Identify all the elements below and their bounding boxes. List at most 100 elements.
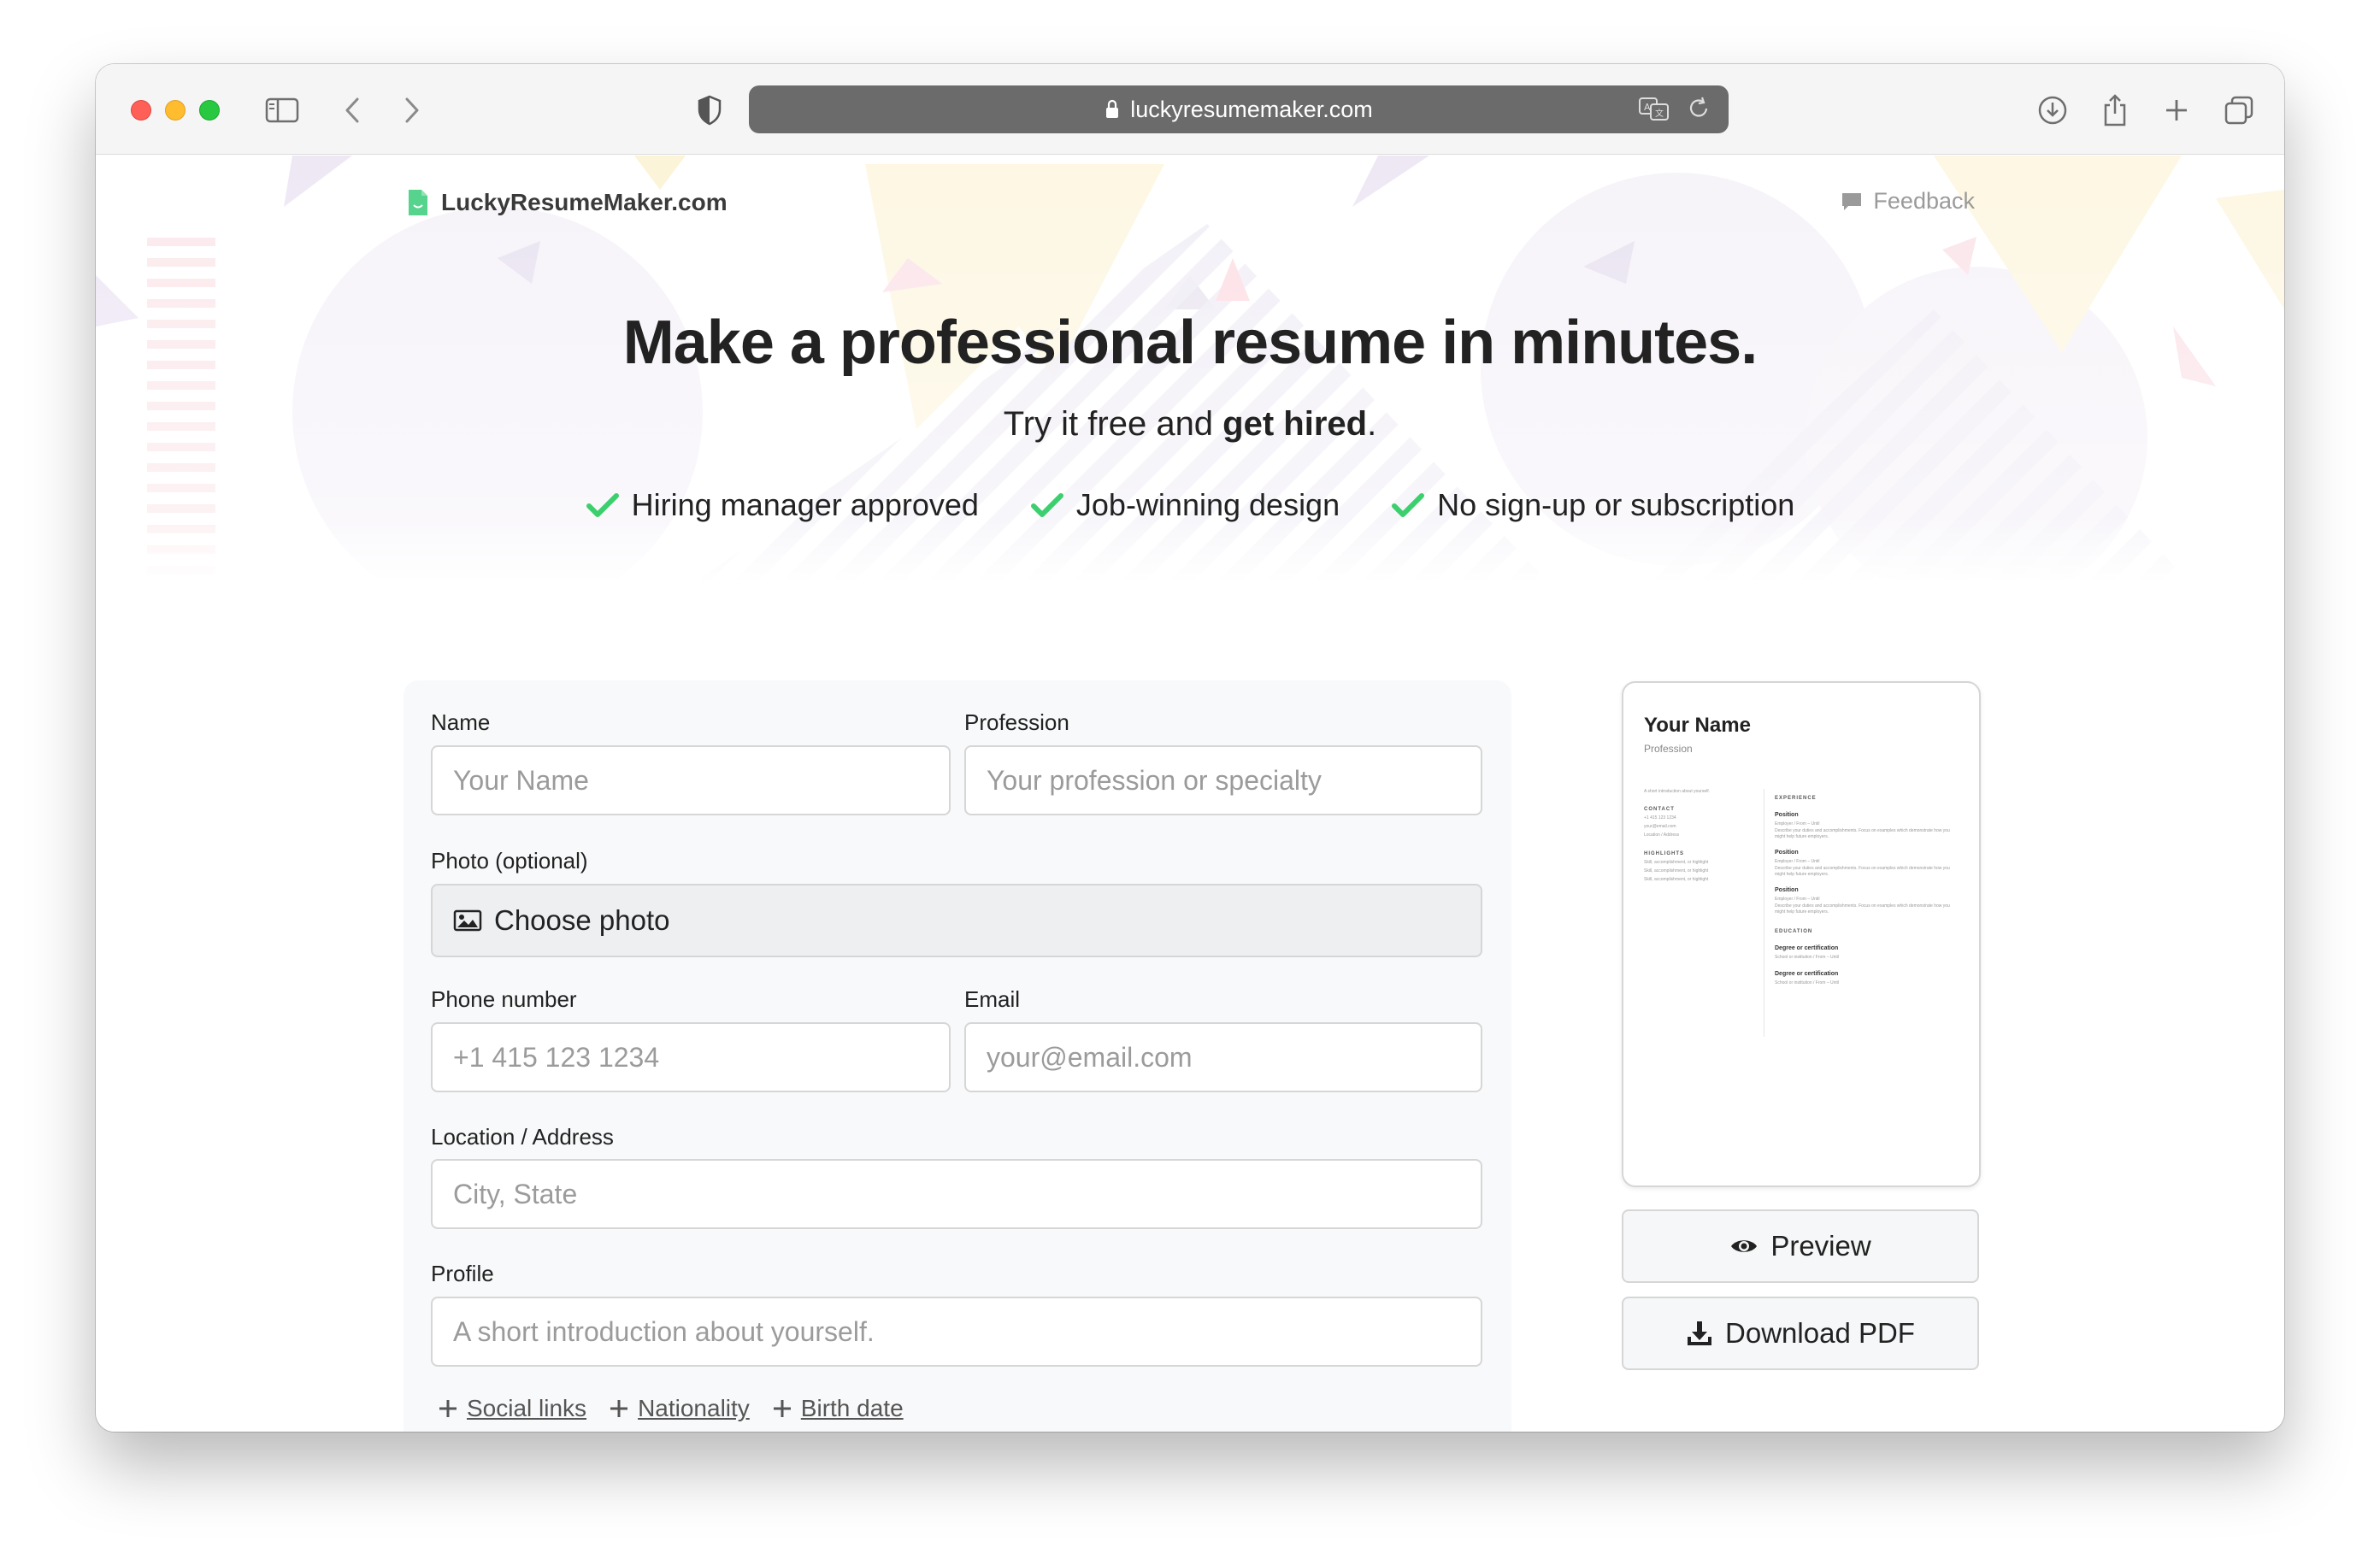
plus-icon bbox=[773, 1400, 791, 1417]
name-label: Name bbox=[431, 709, 491, 735]
preview-degree: Degree or certification bbox=[1775, 945, 1839, 951]
preview-name: Your Name bbox=[1644, 714, 1751, 737]
choose-photo-button[interactable]: Choose photo bbox=[431, 884, 1482, 957]
profile-input[interactable]: A short introduction about yourself. bbox=[431, 1297, 1482, 1367]
preview-employer: Employer / From – Until bbox=[1775, 859, 1820, 864]
resume-form: Name Your Name Profession Your professio… bbox=[404, 680, 1511, 1432]
svg-text:文: 文 bbox=[1655, 108, 1664, 119]
preview-highlight-item: Skill, accomplishment, or highlight bbox=[1644, 860, 1709, 865]
preview-contact-item: Location / Address bbox=[1644, 832, 1680, 838]
privacy-shield-icon[interactable] bbox=[692, 90, 727, 131]
preview-right-column: EXPERIENCE Position Employer / From – Un… bbox=[1764, 789, 1960, 1037]
add-birth-date-link[interactable]: Birth date bbox=[772, 1395, 904, 1422]
preview-duties: Describe your duties and accomplishments… bbox=[1775, 866, 1950, 877]
location-input[interactable]: City, State bbox=[431, 1159, 1482, 1229]
preview-highlight-item: Skill, accomplishment, or highlight bbox=[1644, 868, 1709, 874]
browser-window: luckyresumemaker.com A文 LuckyResumeMaker… bbox=[96, 64, 2284, 1432]
preview-contact-heading: CONTACT bbox=[1644, 807, 1675, 812]
close-window-button[interactable] bbox=[131, 100, 151, 121]
subtitle-period: . bbox=[1367, 405, 1377, 443]
feature-item: Job-winning design bbox=[1030, 487, 1340, 523]
preview-experience-heading: EXPERIENCE bbox=[1775, 796, 1817, 801]
url-text: luckyresumemaker.com bbox=[1130, 96, 1373, 122]
preview-profession: Profession bbox=[1644, 743, 1693, 755]
phone-label: Phone number bbox=[431, 986, 577, 1012]
preview-position: Position bbox=[1775, 812, 1799, 818]
link-label: Social links bbox=[467, 1395, 587, 1421]
add-nationality-link[interactable]: Nationality bbox=[609, 1395, 750, 1422]
plus-icon bbox=[610, 1400, 628, 1417]
download-pdf-label: Download PDF bbox=[1725, 1317, 1915, 1349]
preview-education-heading: EDUCATION bbox=[1775, 929, 1813, 934]
brand-logo[interactable]: LuckyResumeMaker.com bbox=[407, 188, 728, 217]
download-pdf-button[interactable]: Download PDF bbox=[1622, 1297, 1979, 1370]
page-title: Make a professional resume in minutes. bbox=[622, 309, 1758, 377]
brand-name: LuckyResumeMaker.com bbox=[441, 189, 728, 215]
feature-label: Job-winning design bbox=[1075, 487, 1340, 522]
feature-list: Hiring manager approved Job-winning desi… bbox=[96, 487, 2284, 523]
image-icon bbox=[453, 909, 482, 932]
preview-employer: Employer / From – Until bbox=[1775, 821, 1820, 827]
profile-label: Profile bbox=[431, 1261, 494, 1286]
preview-duties: Describe your duties and accomplishments… bbox=[1775, 903, 1950, 915]
plus-icon bbox=[439, 1400, 457, 1417]
preview-school: School or institution / From – Until bbox=[1775, 980, 1840, 985]
phone-input[interactable]: +1 415 123 1234 bbox=[431, 1022, 951, 1092]
resume-preview-thumbnail[interactable]: Your Name Profession A short introductio… bbox=[1622, 681, 1981, 1187]
email-label: Email bbox=[964, 986, 1021, 1012]
name-input[interactable]: Your Name bbox=[431, 745, 951, 815]
preview-button-label: Preview bbox=[1770, 1230, 1871, 1262]
resume-document-icon bbox=[409, 190, 427, 215]
preview-position: Position bbox=[1775, 850, 1799, 856]
subtitle-text: Try it free and bbox=[1003, 405, 1223, 443]
translate-icon[interactable]: A文 bbox=[1638, 96, 1670, 121]
downloads-icon[interactable] bbox=[2035, 90, 2071, 131]
minimize-window-button[interactable] bbox=[165, 100, 186, 121]
reload-icon[interactable] bbox=[1686, 96, 1711, 121]
checkmark-icon bbox=[1392, 493, 1425, 517]
preview-contact-item: +1 415 123 1234 bbox=[1644, 815, 1676, 821]
page-subtitle: Try it free and get hired. bbox=[96, 405, 2284, 444]
checkmark-icon bbox=[1030, 493, 1063, 517]
location-label: Location / Address bbox=[431, 1124, 614, 1150]
eye-icon bbox=[1731, 1240, 1758, 1252]
share-icon[interactable] bbox=[2098, 90, 2132, 131]
feature-label: Hiring manager approved bbox=[631, 487, 979, 522]
preview-contact-item: your@email.com bbox=[1644, 824, 1676, 829]
forward-icon[interactable] bbox=[395, 90, 429, 131]
download-icon bbox=[1688, 1321, 1712, 1345]
link-label: Nationality bbox=[638, 1395, 750, 1421]
address-bar[interactable]: luckyresumemaker.com A文 bbox=[749, 85, 1729, 133]
photo-label: Photo (optional) bbox=[431, 848, 588, 874]
sidebar-toggle-icon[interactable] bbox=[262, 90, 302, 131]
profession-label: Profession bbox=[964, 709, 1069, 735]
feedback-label: Feedback bbox=[1873, 188, 1975, 214]
feature-item: Hiring manager approved bbox=[586, 487, 979, 523]
preview-duties: Describe your duties and accomplishments… bbox=[1775, 828, 1950, 839]
link-label: Birth date bbox=[800, 1395, 904, 1421]
preview-button[interactable]: Preview bbox=[1622, 1209, 1979, 1283]
preview-position: Position bbox=[1775, 887, 1799, 893]
subtitle-emphasis: get hired bbox=[1222, 405, 1368, 443]
preview-employer: Employer / From – Until bbox=[1775, 897, 1820, 902]
feedback-link[interactable]: Feedback bbox=[1841, 188, 1975, 215]
back-icon[interactable] bbox=[335, 90, 369, 131]
preview-school: School or institution / From – Until bbox=[1775, 955, 1840, 960]
email-input[interactable]: your@email.com bbox=[964, 1022, 1482, 1092]
choose-photo-label: Choose photo bbox=[494, 904, 670, 936]
tab-overview-icon[interactable] bbox=[2221, 90, 2257, 131]
preview-left-column: A short introduction about yourself. CON… bbox=[1644, 789, 1738, 884]
profession-input[interactable]: Your profession or specialty bbox=[964, 745, 1482, 815]
preview-degree: Degree or certification bbox=[1775, 971, 1839, 977]
preview-highlights-heading: HIGHLIGHTS bbox=[1644, 851, 1684, 856]
feature-item: No sign-up or subscription bbox=[1391, 487, 1794, 523]
preview-highlight-item: Skill, accomplishment, or highlight bbox=[1644, 877, 1709, 882]
feature-label: No sign-up or subscription bbox=[1437, 487, 1795, 522]
checkmark-icon bbox=[586, 493, 619, 517]
new-tab-icon[interactable] bbox=[2159, 90, 2194, 131]
preview-intro: A short introduction about yourself. bbox=[1644, 789, 1710, 794]
extra-fields-links: Social links Nationality Birth date bbox=[438, 1395, 904, 1422]
add-social-links-link[interactable]: Social links bbox=[438, 1395, 586, 1422]
zoom-window-button[interactable] bbox=[199, 100, 220, 121]
web-page: LuckyResumeMaker.com Feedback Make a pro… bbox=[96, 156, 2284, 1432]
